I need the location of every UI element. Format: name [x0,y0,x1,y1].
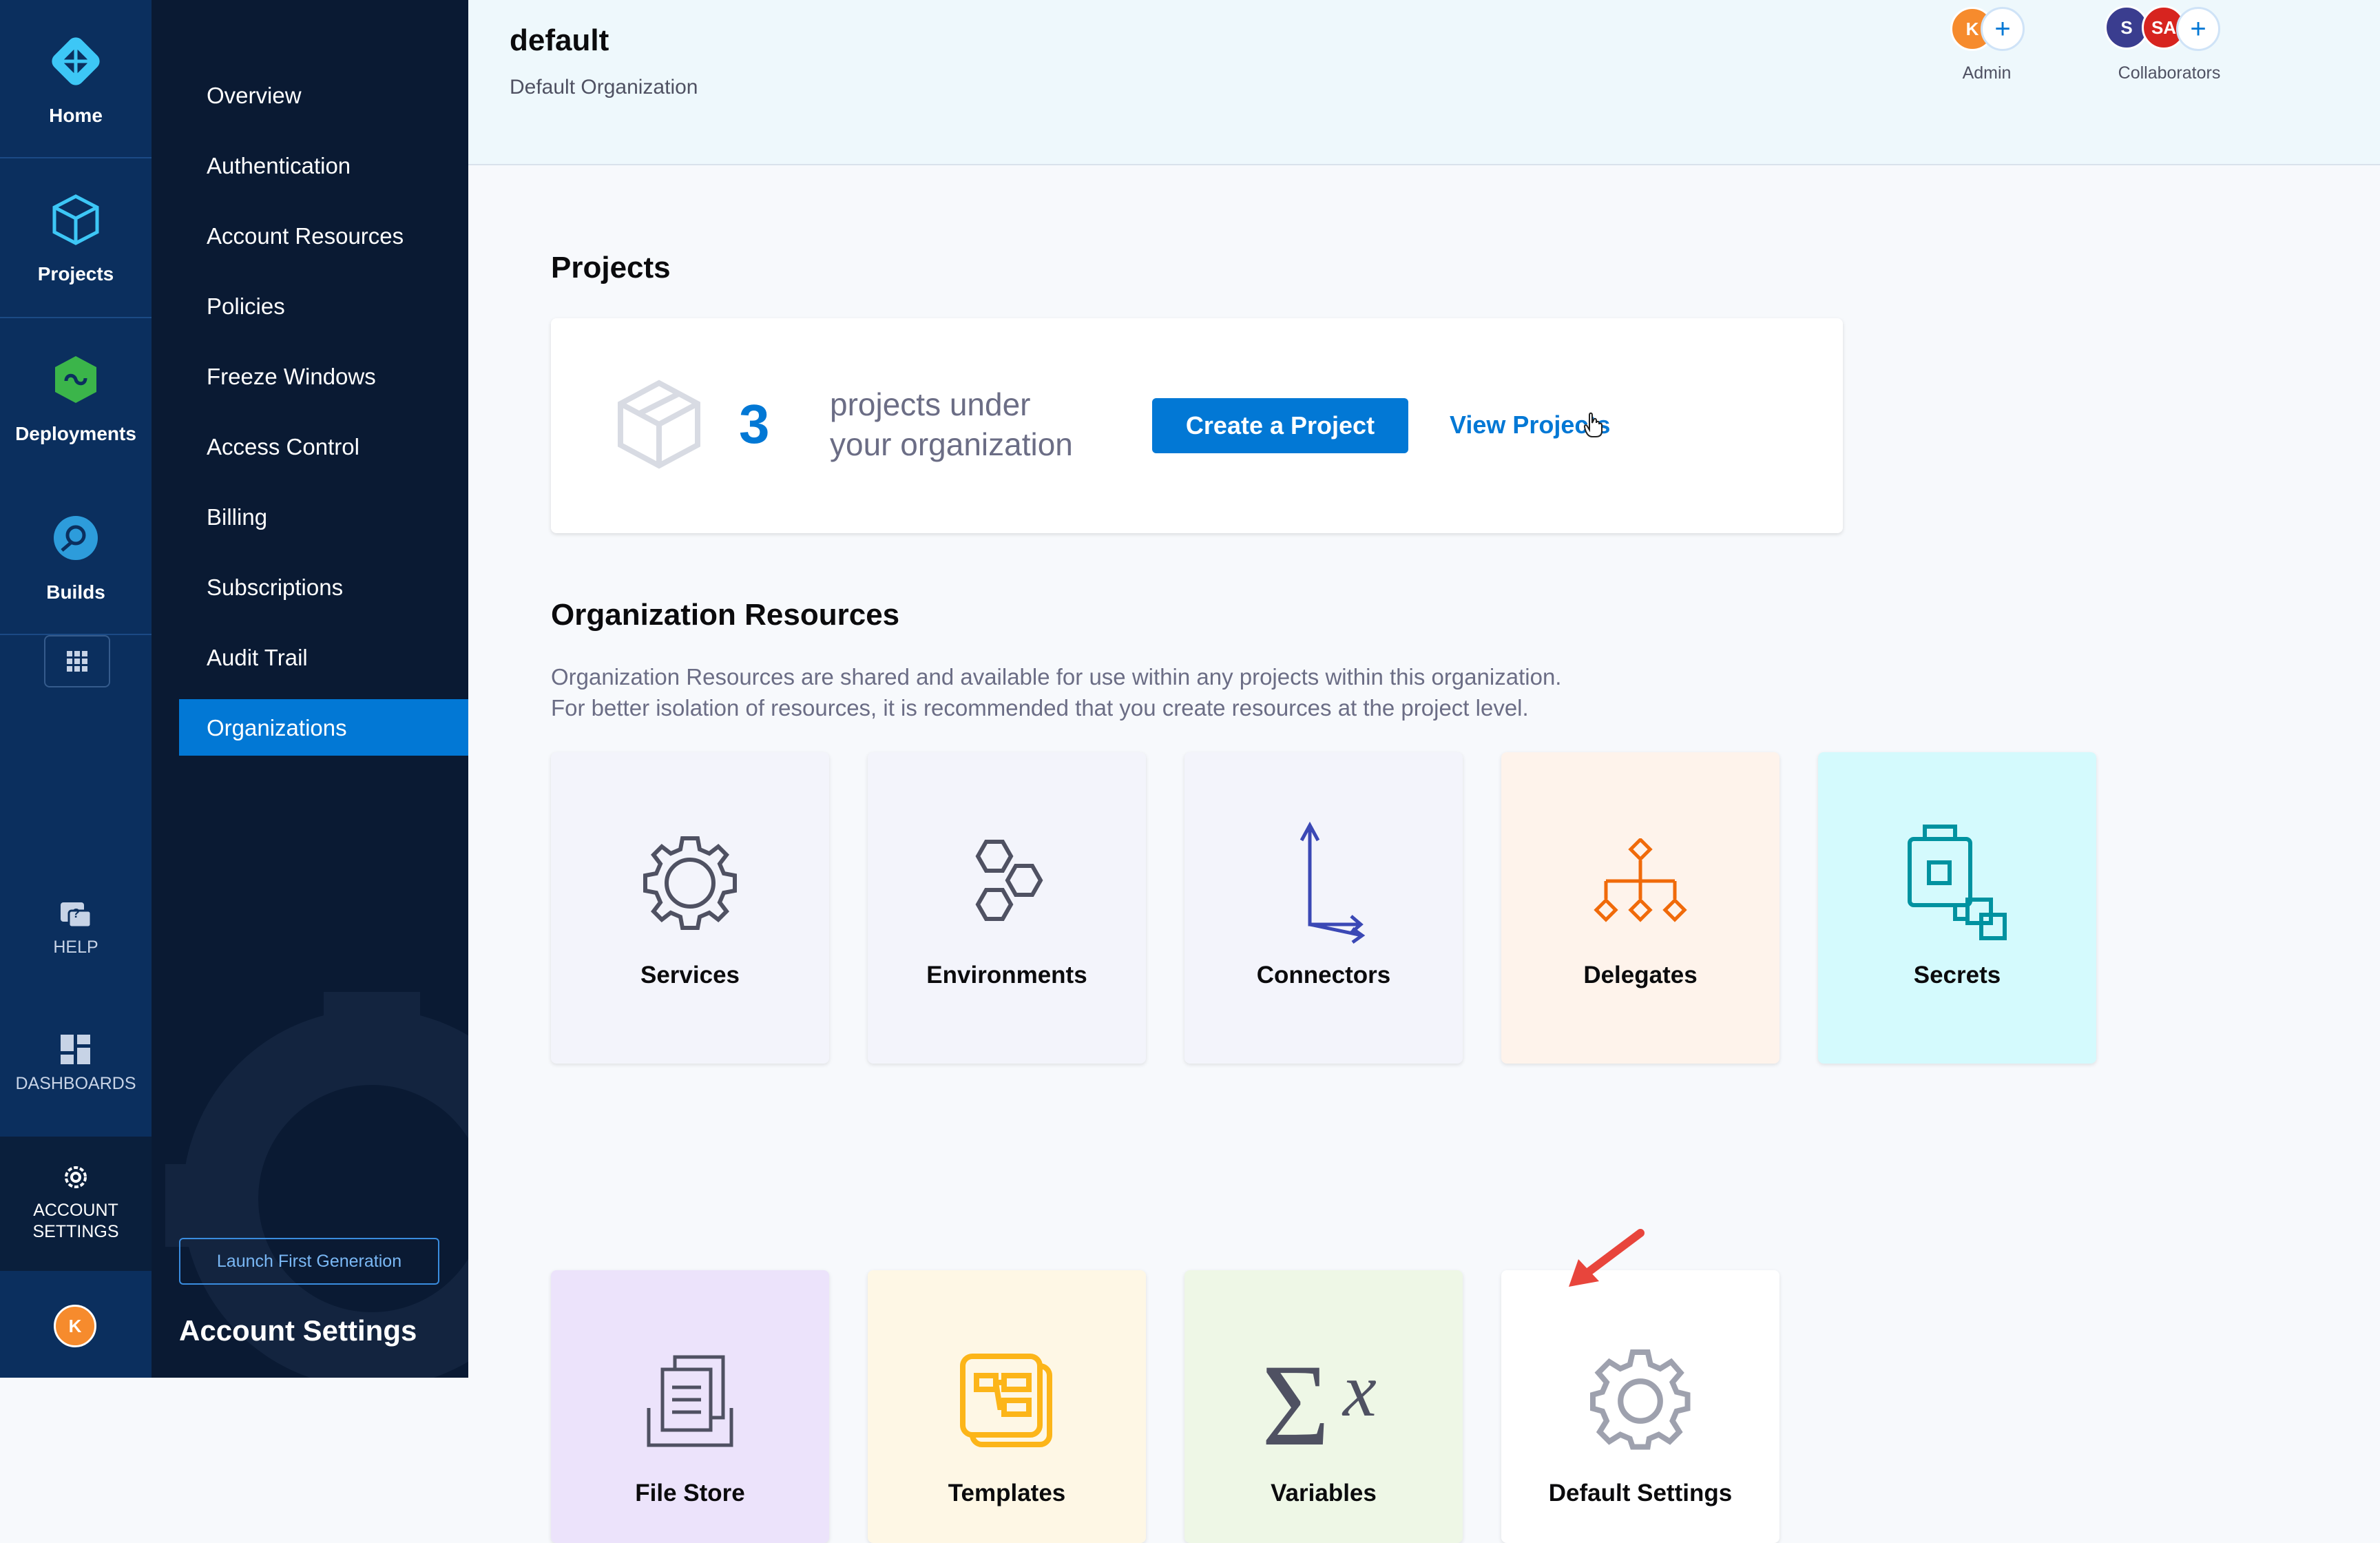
nav-dashboards[interactable]: DASHBOARDS [0,1035,152,1095]
svg-text:x: x [1342,1349,1377,1432]
account-settings-sidebar: Overview Authentication Account Resource… [152,0,468,1378]
sidebar-item-authentication[interactable]: Authentication [207,153,351,179]
tile-default-settings-label: Default Settings [1548,1480,1733,1506]
sidebar-item-overview[interactable]: Overview [207,83,302,109]
org-resources-description: Organization Resources are shared and av… [551,661,1561,723]
add-collaborator-button[interactable]: + [2176,7,2220,51]
description-line-1: Organization Resources are shared and av… [551,664,1562,690]
nav-home[interactable]: Home [0,0,152,157]
tile-variables[interactable]: Σ x Variables [1184,1270,1463,1543]
sidebar-item-freeze-windows[interactable]: Freeze Windows [207,364,376,390]
tile-file-store[interactable]: File Store [551,1270,829,1543]
user-avatar[interactable]: K [54,1305,96,1347]
nav-projects-label: Projects [37,263,114,284]
app-root: Home Projects Deployments Builds ? HELP … [0,0,2380,1543]
tile-file-store-label: File Store [635,1480,745,1506]
settings-gear-icon [1501,1346,1779,1456]
svg-text:Σ: Σ [1262,1349,1330,1453]
tile-delegates-label: Delegates [1583,962,1698,988]
help-icon: ? [61,902,92,929]
project-text-line-1: projects under [830,386,1031,422]
tile-connectors[interactable]: Connectors [1184,752,1463,1064]
settings-gear-icon [65,1166,87,1188]
tile-default-settings[interactable]: Default Settings [1501,1270,1779,1543]
tile-services[interactable]: Services [551,752,829,1064]
main-nav-rail: Home Projects Deployments Builds ? HELP … [0,0,152,1378]
svg-text:?: ? [72,907,80,920]
add-admin-button[interactable]: + [1981,7,2025,51]
tile-secrets-label: Secrets [1913,962,2001,988]
tile-templates-label: Templates [948,1480,1066,1506]
sidebar-item-account-resources[interactable]: Account Resources [207,223,404,249]
launch-first-generation-button[interactable]: Launch First Generation [179,1238,439,1285]
file-store-icon [551,1346,829,1456]
nav-home-label: Home [49,105,103,126]
all-modules-grid-button[interactable] [44,635,110,687]
main-content: Projects 3 projects under your organizat… [468,165,2380,1543]
secrets-lock-icon [1818,825,2096,940]
nav-account-settings[interactable]: ACCOUNT SETTINGS [0,1137,152,1271]
nav-help[interactable]: ? HELP [0,901,152,958]
nav-dashboards-label: DASHBOARDS [15,1074,136,1093]
nav-builds-label: Builds [46,581,105,603]
nav-help-label: HELP [53,938,98,957]
cube-icon [45,189,107,251]
sidebar-title: Account Settings [179,1314,417,1347]
sidebar-item-subscriptions[interactable]: Subscriptions [207,574,343,601]
background-gear-icon [165,992,468,1378]
harness-logo-icon [45,30,107,92]
tile-templates[interactable]: Templates [868,1270,1146,1543]
tile-environments[interactable]: Environments [868,752,1146,1064]
description-line-2: For better isolation of resources, it is… [551,695,1529,721]
annotation-arrow-icon [1569,1229,1645,1287]
projects-summary-card: 3 projects under your organization Creat… [551,318,1843,533]
sidebar-item-policies[interactable]: Policies [207,293,285,320]
project-cube-icon [618,380,700,469]
admin-label: Admin [1962,63,2012,83]
nav-account-settings-label: ACCOUNT SETTINGS [32,1201,119,1241]
tile-delegates[interactable]: Delegates [1501,752,1779,1064]
sigma-x-icon: Σ x [1184,1346,1463,1456]
page-title: default [510,23,609,57]
org-resources-heading: Organization Resources [551,598,900,632]
nav-projects[interactable]: Projects [0,158,152,315]
tile-variables-label: Variables [1271,1480,1377,1506]
hexagons-icon [868,828,1146,938]
tile-connectors-label: Connectors [1256,962,1391,988]
page-subtitle: Default Organization [510,76,698,99]
nav-deployments-label: Deployments [15,423,136,444]
delegate-tree-icon [1501,828,1779,938]
project-text-line-2: your organization [830,426,1073,462]
builds-icon [45,507,107,569]
tile-services-label: Services [640,962,740,988]
nav-deployments[interactable]: Deployments [0,318,152,475]
sidebar-item-organizations[interactable]: Organizations [207,715,347,741]
deployments-icon [45,349,107,411]
tile-environments-label: Environments [926,962,1087,988]
projects-heading: Projects [551,251,671,284]
gear-icon [551,828,829,938]
dashboards-icon [61,1035,90,1064]
connector-arrows-icon [1184,821,1463,944]
sidebar-item-billing[interactable]: Billing [207,504,267,530]
grid-icon [67,651,87,672]
org-header: default Default Organization K + Admin S… [468,0,2380,165]
templates-icon [868,1346,1146,1456]
sidebar-item-audit-trail[interactable]: Audit Trail [207,645,308,671]
project-count: 3 [739,393,770,455]
hand-cursor-icon [1584,412,1603,437]
tile-secrets[interactable]: Secrets [1818,752,2096,1064]
collaborators-label: Collaborators [2118,63,2221,83]
create-project-button[interactable]: Create a Project [1152,398,1408,453]
account-settings-wrap: ACCOUNT SETTINGS [0,1161,152,1243]
project-count-text: projects under your organization [830,384,1073,464]
nav-builds[interactable]: Builds [0,477,152,634]
sidebar-item-access-control[interactable]: Access Control [207,434,359,460]
